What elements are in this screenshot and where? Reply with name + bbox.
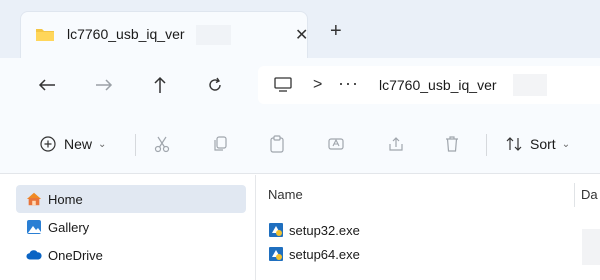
column-header-name[interactable]: Name bbox=[268, 187, 303, 202]
sort-button[interactable]: Sort ⌄ bbox=[506, 134, 570, 154]
new-button[interactable]: New ⌄ bbox=[40, 134, 106, 154]
file-name: setup32.exe bbox=[289, 222, 360, 238]
installer-icon bbox=[269, 247, 283, 261]
cloud-icon bbox=[26, 247, 42, 263]
rename-icon[interactable] bbox=[327, 134, 345, 154]
plus-circle-icon bbox=[40, 136, 56, 152]
address-bar[interactable]: > ··· lc7760_usb_iq_ver bbox=[258, 66, 600, 104]
gallery-icon bbox=[26, 219, 42, 235]
navigation-pane: Home Gallery OneDrive bbox=[0, 175, 252, 280]
chevron-down-icon: ⌄ bbox=[98, 138, 107, 150]
close-tab-icon[interactable]: ✕ bbox=[295, 25, 308, 45]
share-icon[interactable] bbox=[387, 134, 405, 154]
forward-arrow-icon[interactable] bbox=[93, 74, 115, 96]
sidebar-item-label: OneDrive bbox=[48, 247, 103, 263]
sort-label: Sort bbox=[530, 136, 556, 152]
file-list: Name Da setup32.exe setup64.exe bbox=[256, 175, 600, 280]
refresh-icon[interactable] bbox=[204, 74, 226, 96]
sidebar-item-onedrive[interactable]: OneDrive bbox=[16, 241, 246, 269]
redacted-text bbox=[582, 229, 600, 265]
new-tab-icon[interactable]: + bbox=[330, 21, 342, 41]
navigation-bar: > ··· lc7760_usb_iq_ver bbox=[0, 58, 600, 112]
divider bbox=[486, 134, 487, 156]
folder-icon bbox=[35, 26, 55, 47]
home-icon bbox=[26, 191, 42, 207]
divider bbox=[135, 134, 136, 156]
sidebar-item-label: Gallery bbox=[48, 219, 90, 235]
installer-icon bbox=[269, 223, 283, 237]
redacted-text bbox=[513, 74, 547, 96]
title-tab-bar: lc7760_usb_iq_ver ✕ + bbox=[0, 0, 600, 58]
redacted-text bbox=[196, 25, 231, 45]
breadcrumb-current[interactable]: lc7760_usb_iq_ver bbox=[379, 77, 497, 93]
chevron-down-icon: ⌄ bbox=[561, 138, 571, 150]
file-name: setup64.exe bbox=[289, 246, 360, 262]
sort-icon bbox=[506, 137, 522, 151]
back-arrow-icon[interactable] bbox=[36, 74, 58, 96]
command-bar: New ⌄ Sort ⌄ bbox=[0, 112, 600, 174]
tab-folder[interactable]: lc7760_usb_iq_ver ✕ bbox=[20, 11, 308, 58]
up-arrow-icon[interactable] bbox=[149, 74, 171, 96]
list-item[interactable]: setup32.exe bbox=[268, 219, 360, 241]
list-item[interactable]: setup64.exe bbox=[268, 243, 360, 265]
breadcrumb-separator[interactable]: > bbox=[313, 76, 322, 94]
column-divider[interactable] bbox=[574, 183, 575, 207]
tab-title: lc7760_usb_iq_ver bbox=[67, 26, 185, 42]
copy-icon[interactable] bbox=[212, 134, 228, 154]
delete-icon[interactable] bbox=[444, 134, 460, 154]
breadcrumb-overflow[interactable]: ··· bbox=[338, 73, 359, 94]
sidebar-item-gallery[interactable]: Gallery bbox=[16, 213, 246, 241]
sidebar-item-label: Home bbox=[48, 191, 83, 207]
sidebar-item-home[interactable]: Home bbox=[16, 185, 246, 213]
column-header-date[interactable]: Da bbox=[581, 187, 598, 202]
paste-icon[interactable] bbox=[269, 134, 285, 154]
cut-icon[interactable] bbox=[154, 134, 170, 154]
new-label: New bbox=[64, 136, 93, 152]
computer-icon bbox=[274, 77, 292, 98]
